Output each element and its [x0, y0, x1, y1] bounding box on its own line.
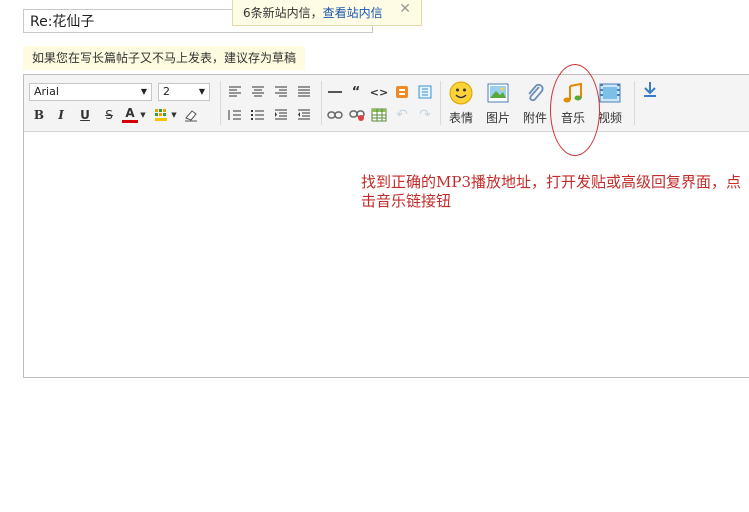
- image-button[interactable]: 图片: [481, 81, 515, 129]
- underline-button[interactable]: U: [76, 106, 94, 124]
- eraser-icon[interactable]: [182, 106, 200, 124]
- chevron-down-icon[interactable]: ▼: [170, 106, 178, 124]
- unlink-icon[interactable]: [348, 106, 366, 124]
- paperclip-icon: [523, 81, 547, 105]
- download-icon[interactable]: [641, 81, 659, 99]
- link-icon[interactable]: [326, 106, 344, 124]
- align-center-icon[interactable]: [249, 83, 267, 101]
- free-tag-icon[interactable]: [393, 83, 411, 101]
- draft-hint: 如果您在写长篇帖子又不马上发表，建议存为草稿: [23, 46, 306, 70]
- font-family-value: Arial: [34, 85, 59, 98]
- horizontal-rule-icon[interactable]: [326, 83, 344, 101]
- font-size-select[interactable]: 2 ▼: [158, 83, 210, 101]
- toolbar-divider: [220, 81, 221, 125]
- align-right-icon[interactable]: [272, 83, 290, 101]
- toolbar-divider: [440, 81, 441, 125]
- indent-icon[interactable]: [272, 106, 290, 124]
- bold-button[interactable]: B: [30, 106, 48, 124]
- close-icon[interactable]: ✕: [399, 1, 411, 17]
- chevron-down-icon: ▼: [140, 87, 147, 96]
- undo-icon[interactable]: ↶: [393, 106, 411, 124]
- view-messages-link[interactable]: 查看站内信: [323, 6, 383, 20]
- table-icon[interactable]: [370, 106, 388, 124]
- image-label: 图片: [485, 111, 510, 125]
- message-notification: 6条新站内信，查看站内信 ✕: [232, 0, 422, 26]
- toolbar-divider: [634, 81, 635, 125]
- toolbar-divider: [321, 81, 322, 125]
- notification-text: 6条新站内信，: [243, 6, 323, 20]
- image-icon: [486, 81, 510, 105]
- font-size-value: 2: [163, 85, 170, 98]
- font-family-select[interactable]: Arial ▼: [29, 83, 152, 101]
- unordered-list-icon[interactable]: [249, 106, 267, 124]
- strikethrough-button[interactable]: S: [100, 106, 118, 124]
- emoticon-label: 表情: [448, 111, 473, 125]
- smiley-icon: [449, 81, 473, 105]
- emoticon-button[interactable]: 表情: [444, 81, 478, 129]
- highlight-circle: [550, 64, 600, 156]
- editor-toolbar: Arial ▼ 2 ▼ B I U S A ▼ ▼ “ <> ↶ ↷ 表情 图片…: [24, 75, 749, 132]
- video-icon: [598, 81, 622, 105]
- font-color-button[interactable]: A: [122, 106, 138, 123]
- attachment-button[interactable]: 附件: [518, 81, 552, 129]
- align-justify-icon[interactable]: [295, 83, 313, 101]
- quote-icon[interactable]: “: [347, 83, 365, 101]
- attachment-label: 附件: [522, 111, 547, 125]
- italic-button[interactable]: I: [52, 106, 70, 124]
- align-left-icon[interactable]: [226, 83, 244, 101]
- outdent-icon[interactable]: [295, 106, 313, 124]
- chevron-down-icon: ▼: [198, 87, 205, 96]
- annotation-text: 找到正确的MP3播放地址，打开发贴或高级回复界面，点击音乐链接钮: [361, 173, 741, 210]
- redo-icon[interactable]: ↷: [416, 106, 434, 124]
- hide-content-icon[interactable]: [416, 83, 434, 101]
- background-color-icon[interactable]: [152, 106, 170, 124]
- rich-text-editor: Arial ▼ 2 ▼ B I U S A ▼ ▼ “ <> ↶ ↷ 表情 图片…: [23, 74, 749, 378]
- code-icon[interactable]: <>: [370, 83, 388, 101]
- ordered-list-icon[interactable]: [226, 106, 244, 124]
- chevron-down-icon[interactable]: ▼: [139, 106, 147, 124]
